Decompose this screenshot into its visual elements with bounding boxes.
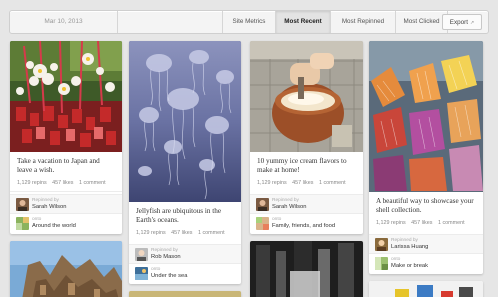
pin-stats: 1,129 repins 457 likes 1 comment xyxy=(129,230,241,236)
repinned-by-row[interactable]: Repinned by Sarah Wilson xyxy=(250,194,363,213)
toolbar: Mar 10, 2013 Site Metrics Most Recent Mo… xyxy=(9,10,489,34)
pin-card[interactable] xyxy=(250,241,363,297)
avatar[interactable] xyxy=(135,248,148,261)
repin-count: 1,129 repins xyxy=(136,229,166,236)
pin-card[interactable] xyxy=(369,281,483,297)
like-count: 457 likes xyxy=(171,229,193,236)
avatar[interactable] xyxy=(16,198,29,211)
pin-card[interactable] xyxy=(10,241,122,297)
board-name[interactable]: Around the world xyxy=(32,223,76,230)
pin-card[interactable]: Jellyfish are ubiquitous in the Earth's … xyxy=(129,41,241,284)
export-label: Export xyxy=(449,19,468,26)
board-thumbnail[interactable] xyxy=(375,257,388,270)
board-row[interactable]: onto Under the sea xyxy=(129,263,241,282)
date-display[interactable]: Mar 10, 2013 xyxy=(10,11,118,33)
comment-count: 1 comment xyxy=(78,179,106,186)
avatar[interactable] xyxy=(256,198,269,211)
pin-card[interactable]: A beautiful way to showcase your shell c… xyxy=(369,41,483,274)
board-name[interactable]: Family, friends, and food xyxy=(272,223,335,230)
pin-stats: 1,129 repins 457 likes 1 comment xyxy=(10,180,122,186)
pin-image[interactable] xyxy=(250,241,363,297)
pin-stats: 1,129 repins 457 likes 1 comment xyxy=(369,220,483,226)
pin-description: 10 yummy ice cream flavors to make at ho… xyxy=(257,157,347,175)
tab-most-recent[interactable]: Most Recent xyxy=(275,11,330,33)
repin-count: 1,129 repins xyxy=(17,179,47,186)
repinner-name[interactable]: Larissa Huang xyxy=(391,244,428,251)
repinned-by-row[interactable]: Repinned by Sarah Wilson xyxy=(10,194,122,213)
like-count: 457 likes xyxy=(52,179,74,186)
pin-image[interactable] xyxy=(369,281,483,297)
avatar[interactable] xyxy=(375,238,388,251)
board-name[interactable]: Under the sea xyxy=(151,273,187,280)
like-count: 457 likes xyxy=(411,219,433,226)
repin-count: 1,129 repins xyxy=(257,179,287,186)
comment-count: 1 comment xyxy=(437,219,465,226)
external-link-icon: ↗ xyxy=(470,20,475,26)
like-count: 457 likes xyxy=(292,179,314,186)
board-row[interactable]: onto Around the world xyxy=(10,213,122,232)
pin-card[interactable]: Take a vacation to Japan and leave a wis… xyxy=(10,41,122,234)
repinner-name[interactable]: Sarah Wilson xyxy=(272,204,306,211)
pin-image[interactable] xyxy=(129,291,241,297)
board-row[interactable]: onto Make or break xyxy=(369,253,483,272)
pin-description: A beautiful way to showcase your shell c… xyxy=(376,197,474,215)
repin-count: 1,129 repins xyxy=(376,219,406,226)
tab-site-metrics[interactable]: Site Metrics xyxy=(222,11,275,33)
repinner-name[interactable]: Rob Mason xyxy=(151,254,181,261)
comment-count: 1 comment xyxy=(318,179,346,186)
pin-stats: 1,129 repins 457 likes 1 comment xyxy=(250,180,363,186)
pin-card[interactable] xyxy=(129,291,241,297)
pin-image[interactable] xyxy=(129,41,241,202)
pin-image[interactable] xyxy=(250,41,363,152)
pin-description: Take a vacation to Japan and leave a wis… xyxy=(17,157,100,175)
pin-image[interactable] xyxy=(10,241,122,297)
pin-card[interactable]: 10 yummy ice cream flavors to make at ho… xyxy=(250,41,363,234)
board-thumbnail[interactable] xyxy=(135,267,148,280)
board-row[interactable]: onto Family, friends, and food xyxy=(250,213,363,232)
pin-image[interactable] xyxy=(369,41,483,192)
repinner-name[interactable]: Sarah Wilson xyxy=(32,204,66,211)
repinned-by-row[interactable]: Repinned by Rob Mason xyxy=(129,244,241,263)
comment-count: 1 comment xyxy=(197,229,225,236)
repinned-by-row[interactable]: Repinned by Larissa Huang xyxy=(369,234,483,253)
export-button[interactable]: Export ↗ xyxy=(442,14,482,30)
tab-most-repinned[interactable]: Most Repinned xyxy=(330,11,395,33)
divider xyxy=(10,190,122,192)
tab-most-clicked[interactable]: Most Clicked xyxy=(395,11,448,33)
board-thumbnail[interactable] xyxy=(256,217,269,230)
pin-image[interactable] xyxy=(10,41,122,152)
board-thumbnail[interactable] xyxy=(16,217,29,230)
board-name[interactable]: Make or break xyxy=(391,263,428,270)
pin-description: Jellyfish are ubiquitous in the Earth's … xyxy=(136,207,222,225)
sort-tabs: Site Metrics Most Recent Most Repinned M… xyxy=(222,11,448,33)
